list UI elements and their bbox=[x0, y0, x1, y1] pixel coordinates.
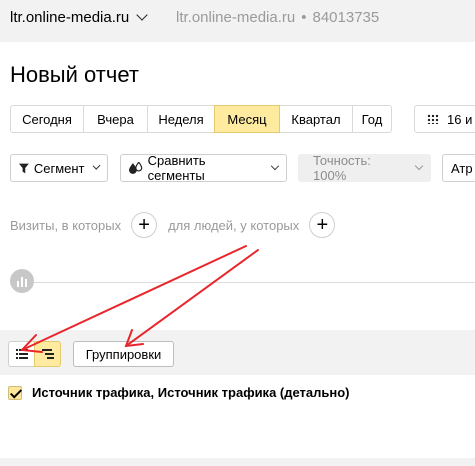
list-view-button[interactable] bbox=[8, 341, 35, 367]
dimensions-row: Источник трафика, Источник трафика (дета… bbox=[8, 385, 350, 400]
site-domain: ltr.online-media.ru bbox=[176, 9, 296, 26]
tree-view-button[interactable] bbox=[34, 341, 61, 367]
groupings-button[interactable]: Группировки bbox=[73, 341, 174, 367]
date-range-label: 16 и bbox=[447, 111, 473, 127]
period-today-button[interactable]: Сегодня bbox=[10, 105, 84, 133]
segment-builder: Визиты, в которых + для людей, у которых… bbox=[10, 212, 336, 238]
period-yesterday-button[interactable]: Вчера bbox=[83, 105, 148, 133]
attribution-label: Атр bbox=[451, 160, 473, 176]
counter-id: 84013735 bbox=[312, 9, 380, 26]
dimensions-label: Источник трафика, Источник трафика (дета… bbox=[32, 385, 350, 400]
chevron-down-icon bbox=[414, 161, 424, 171]
period-week-button[interactable]: Неделя bbox=[147, 105, 215, 133]
add-people-condition-button[interactable]: + bbox=[309, 212, 336, 238]
attribution-dropdown[interactable]: Атр bbox=[442, 154, 475, 182]
compare-label: Сравнить сегменты bbox=[147, 153, 206, 183]
period-year-button[interactable]: Год bbox=[352, 105, 392, 133]
chart-baseline bbox=[10, 282, 475, 283]
chevron-down-icon bbox=[92, 161, 101, 171]
tree-icon bbox=[41, 349, 54, 359]
people-condition-label: для людей, у которых bbox=[168, 217, 300, 233]
chevron-down-icon bbox=[136, 9, 148, 21]
filter-icon bbox=[19, 163, 29, 173]
separator-dot: • bbox=[301, 9, 307, 26]
dimensions-checkbox[interactable] bbox=[8, 385, 22, 400]
period-month-button[interactable]: Месяц bbox=[214, 105, 280, 133]
period-selector: Сегодня Вчера Неделя Месяц Квартал Год bbox=[10, 105, 392, 133]
bottom-strip bbox=[0, 458, 475, 466]
site-name: ltr.online-media.ru bbox=[10, 9, 130, 26]
accuracy-label: Точность: 100% bbox=[313, 153, 371, 183]
site-info: ltr.online-media.ru • 84013735 bbox=[176, 9, 379, 26]
add-visit-condition-button[interactable]: + bbox=[131, 212, 158, 238]
visits-condition-label: Визиты, в которых bbox=[10, 217, 122, 233]
site-selector[interactable]: ltr.online-media.ru bbox=[10, 9, 148, 26]
view-toggle bbox=[8, 341, 61, 367]
accuracy-dropdown[interactable]: Точность: 100% bbox=[298, 153, 431, 183]
calendar-grid-icon bbox=[427, 114, 439, 124]
page-title: Новый отчет bbox=[10, 62, 139, 87]
compare-drops-icon bbox=[129, 162, 143, 174]
date-range-picker[interactable]: 16 и bbox=[414, 105, 475, 133]
chart-icon[interactable] bbox=[10, 269, 34, 293]
compare-segments-button[interactable]: Сравнить сегменты bbox=[120, 153, 287, 183]
table-toolbar bbox=[0, 330, 475, 375]
period-quarter-button[interactable]: Квартал bbox=[279, 105, 353, 133]
chevron-down-icon bbox=[270, 161, 280, 171]
segment-button[interactable]: Сегмент bbox=[10, 154, 108, 182]
list-icon bbox=[15, 349, 28, 359]
segment-label: Сегмент bbox=[33, 160, 85, 176]
